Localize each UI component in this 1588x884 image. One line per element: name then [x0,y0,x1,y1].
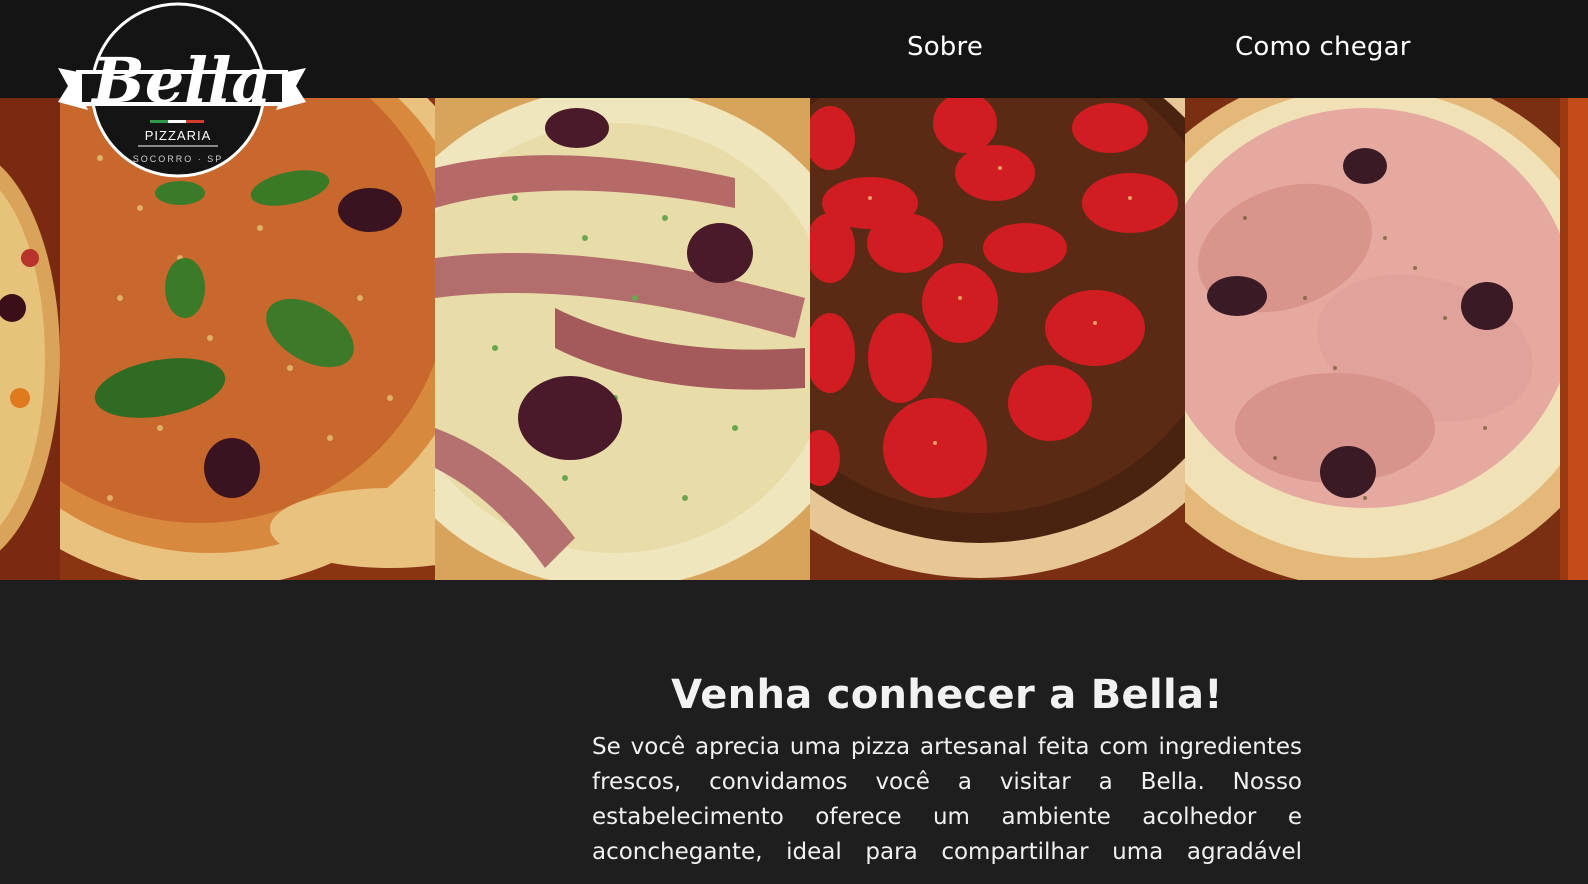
nav-link-sobre[interactable]: Sobre [907,32,983,62]
nav-link-como-chegar[interactable]: Como chegar [1235,32,1411,62]
pizza-bacon-image [435,98,810,580]
page-heading: Venha conhecer a Bella! [671,672,1223,718]
pizza-chocolate-strawberry-image [810,98,1185,580]
logo-location: SOCORRO · SP [133,154,224,164]
bella-pizzaria-logo[interactable]: Bella PIZZARIA SOCORRO · SP [58,2,306,180]
pizza-partial-right-image [1560,98,1588,580]
logo-subtitle: PIZZARIA [145,128,212,143]
pizza-prosciutto-image [1185,98,1560,580]
intro-section: Venha conhecer a Bella! Se você aprecia … [592,672,1302,870]
pizza-partial-left-image [0,98,60,580]
logo-wordmark: Bella [90,44,271,117]
intro-paragraph: Se você aprecia uma pizza artesanal feit… [592,734,1302,865]
